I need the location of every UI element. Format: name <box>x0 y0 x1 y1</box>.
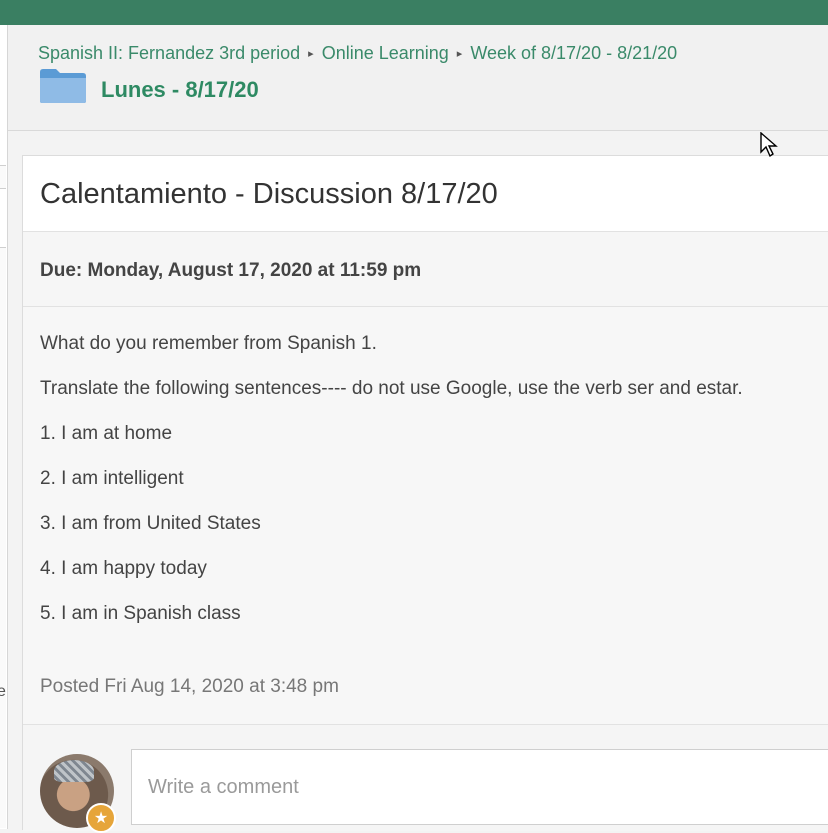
breadcrumb-link-course[interactable]: Spanish II: Fernandez 3rd period <box>38 43 300 63</box>
top-nav-bar <box>0 0 828 25</box>
left-sidebar-edge: e <box>0 25 8 829</box>
comment-composer: ★ <box>23 724 828 833</box>
discussion-title: Calentamiento - Discussion 8/17/20 <box>40 178 498 210</box>
folder-icon <box>40 69 86 103</box>
mouse-cursor-icon <box>760 132 778 158</box>
list-item: 2. I am intelligent <box>40 468 184 489</box>
posted-timestamp: Posted Fri Aug 14, 2020 at 3:48 pm <box>40 676 339 697</box>
breadcrumb-link-week[interactable]: Week of 8/17/20 - 8/21/20 <box>470 43 677 63</box>
due-date: Due: Monday, August 17, 2020 at 11:59 pm <box>40 260 422 281</box>
avatar-hat-detail <box>54 760 94 782</box>
discussion-header: Calentamiento - Discussion 8/17/20 <box>23 156 828 232</box>
list-item: 5. I am in Spanish class <box>40 603 241 624</box>
breadcrumb-separator-icon: ▸ <box>308 48 314 60</box>
comment-input[interactable] <box>131 749 828 825</box>
due-date-row: Due: Monday, August 17, 2020 at 11:59 pm <box>23 232 828 307</box>
list-item: 1. I am at home <box>40 423 173 444</box>
breadcrumb-link-online-learning[interactable]: Online Learning <box>322 43 449 63</box>
discussion-card: Calentamiento - Discussion 8/17/20 Due: … <box>22 155 828 833</box>
body-paragraph: Translate the following sentences---- do… <box>40 378 743 399</box>
sidebar-truncated-text: e <box>0 683 6 700</box>
folder-title-link[interactable]: Lunes - 8/17/20 <box>101 77 259 103</box>
page-header: Spanish II: Fernandez 3rd period ▸ Online … <box>8 25 828 131</box>
sidebar-panel-edge <box>0 247 6 828</box>
body-paragraph: What do you remember from Spanish 1. <box>40 333 377 354</box>
list-item: 4. I am happy today <box>40 558 207 579</box>
list-item: 3. I am from United States <box>40 513 261 534</box>
breadcrumb: Spanish II: Fernandez 3rd period ▸ Online … <box>38 43 677 64</box>
sidebar-panel-edge <box>0 165 6 189</box>
breadcrumb-separator-icon: ▸ <box>456 48 463 60</box>
